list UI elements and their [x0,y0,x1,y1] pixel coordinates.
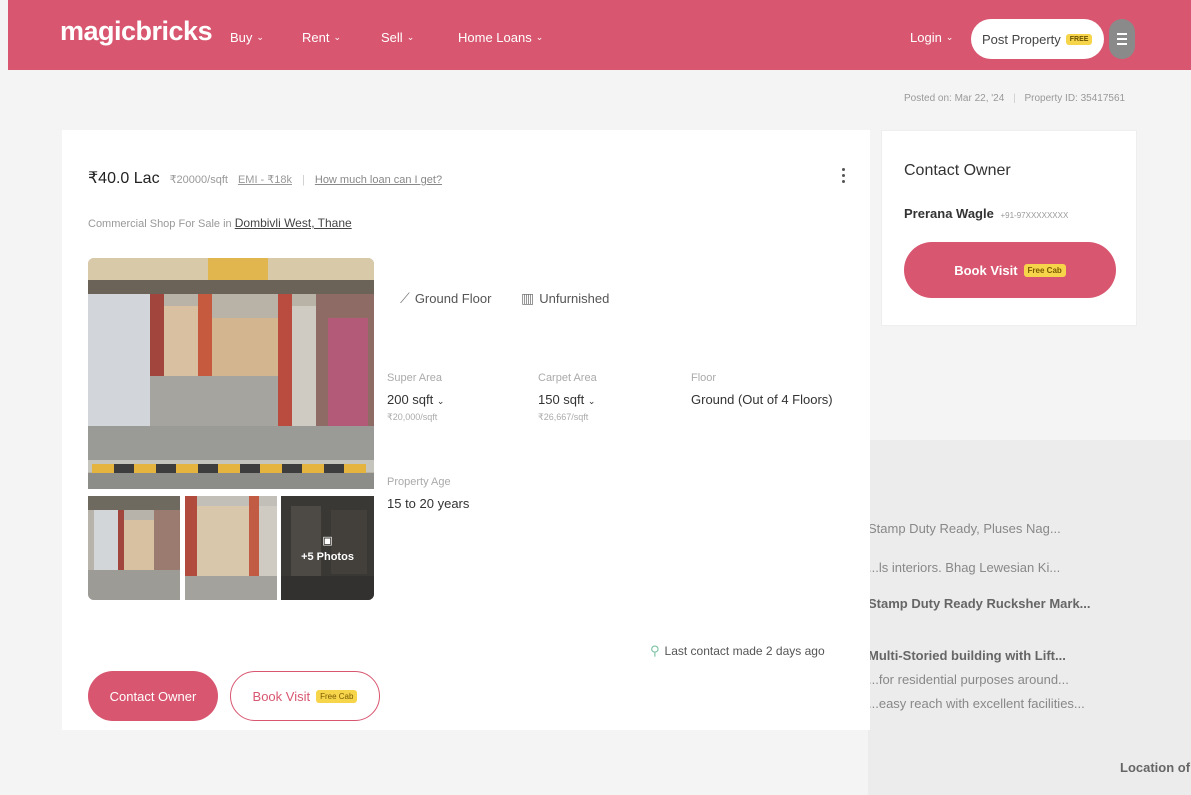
background-text-2: ...ls interiors. Bhag Lewesian Ki... [868,560,1061,575]
post-property-label: Post Property [982,31,1061,47]
sidebar-book-visit-button[interactable]: Book Visit Free Cab [904,242,1116,298]
divider: | [1013,93,1016,104]
owner-phone: +91-97XXXXXXXX [1000,211,1069,220]
free-badge: FREE [1065,33,1093,45]
background-text-4: Multi-Storied building with Lift... [868,648,1066,663]
more-options-icon[interactable] [835,162,851,188]
listing-subtitle: Commercial Shop For Sale in Dombivli Wes… [88,216,352,230]
chevron-down-icon: ⌄ [406,32,415,42]
hamburger-line [1117,38,1127,40]
price: ₹40.0 Lac [88,170,160,187]
thumbnail-image [185,496,277,600]
spec-value: 150 sqft ⌄ [538,392,597,407]
nav-rent-label: Rent [302,30,330,45]
posted-date: Posted on: Mar 22, '24 [904,93,1005,104]
spec-sub: ₹20,000/sqft [387,412,438,422]
background-text-3: Stamp Duty Ready Rucksher Mark... [868,596,1091,611]
book-visit-label: Book Visit [252,688,311,704]
free-cab-badge: Free Cab [1023,263,1066,277]
price-per-sqft: ₹20000/sqft [169,174,228,186]
hamburger-menu-button[interactable] [1109,19,1135,59]
price-row: ₹40.0 Lac ₹20000/sqft EMI - ₹18k | How m… [88,168,442,188]
last-contact-text: Last contact made 2 days ago [664,644,825,658]
background-text-6: ...easy reach with excellent facilities.… [868,696,1085,711]
login-label: Login [910,30,942,45]
spec-value: 200 sqft ⌄ [387,392,444,407]
book-visit-button[interactable]: Book Visit Free Cab [230,671,380,721]
property-id: Property ID: 35417561 [1024,93,1126,104]
main-property-photo[interactable] [88,258,374,489]
more-photos-label: +5 Photos [301,550,354,563]
photo-thumbnail-1[interactable] [88,496,180,600]
photo-gallery-icon: ▣ [322,534,333,547]
nav-buy-label: Buy [230,30,253,45]
spec-label: Floor [691,372,717,384]
posted-info: Posted on: Mar 22, '24 | Property ID: 35… [904,93,1125,104]
spec-property-age: Property Age 15 to 20 years [387,476,469,516]
chevron-down-icon: ⌄ [256,32,264,42]
contact-owner-button[interactable]: Contact Owner [88,671,218,721]
spec-super-area: Super Area 200 sqft ⌄ ₹20,000/sqft [387,372,444,423]
chevron-down-icon[interactable]: ⌄ [588,396,596,406]
location-link[interactable]: Dombivli West, Thane [235,216,352,230]
spec-sub: ₹26,667/sqft [538,412,589,422]
feature-floor-label: Ground Floor [414,291,492,306]
spec-label: Super Area [387,372,443,384]
background-text-5: ...for residential purposes around... [868,672,1069,687]
book-visit-label: Book Visit [954,262,1018,278]
more-photos-overlay: ▣ +5 Photos [281,496,374,600]
post-property-button[interactable]: Post Property FREE [971,19,1104,59]
nav-sell-label: Sell [381,30,403,45]
top-navbar: magicbricks Buy ⌄ Rent ⌄ Sell ⌄ Home Loans ⌄… [8,0,1191,70]
photo-thumbnail-2[interactable] [185,496,277,600]
kebab-dot [841,173,845,177]
chevron-down-icon[interactable]: ⌄ [437,396,445,406]
feature-floor: ⟋ Ground Floor [400,290,491,307]
nav-sell[interactable]: Sell ⌄ [381,30,414,45]
feature-furnishing: ▥ Unfurnished [521,290,609,307]
contact-owner-card: Contact Owner Prerana Wagle +91-97XXXXXX… [881,130,1137,326]
last-contact-info: ⚲ Last contact made 2 days ago [650,643,825,659]
user-icon: ⚲ [650,643,660,658]
chevron-down-icon: ⌄ [945,32,954,42]
chevron-down-icon: ⌄ [333,32,342,42]
owner-name: Prerana Wagle +91-97XXXXXXXX [904,206,1068,221]
super-area-value: 200 sqft [387,392,434,407]
hamburger-line [1117,33,1127,35]
free-cab-badge: Free Cab [316,689,358,703]
divider: | [302,174,305,186]
photo-thumbnail-more[interactable]: ▣ +5 Photos [281,496,374,600]
kebab-dot [841,179,845,183]
magicbricks-logo[interactable]: magicbricks [60,16,213,47]
feature-furnishing-label: Unfurnished [539,291,610,306]
kebab-dot [841,167,845,171]
spec-value: Ground (Out of 4 Floors) [691,392,833,407]
storefront-photo [88,258,374,489]
nav-rent[interactable]: Rent ⌄ [302,30,341,45]
listing-card: ₹40.0 Lac ₹20000/sqft EMI - ₹18k | How m… [62,130,870,730]
spec-value: 15 to 20 years [387,496,470,511]
loan-eligibility-link[interactable]: How much loan can I get? [315,174,442,186]
background-panel [868,440,1191,795]
emi-link[interactable]: EMI - ₹18k [238,173,292,186]
login-menu[interactable]: Login ⌄ [910,30,953,45]
spec-floor: Floor Ground (Out of 4 Floors) [691,372,833,412]
background-text-7: Location of Flat / Commercial unit is... [1120,760,1191,775]
nav-home-loans[interactable]: Home Loans ⌄ [458,30,543,45]
spec-label: Property Age [387,476,451,488]
hamburger-line [1117,43,1127,45]
stairs-icon: ⟋ [400,290,410,306]
nav-home-loans-label: Home Loans [458,30,532,45]
subtitle-prefix: Commercial Shop For Sale in [88,218,232,230]
spec-carpet-area: Carpet Area 150 sqft ⌄ ₹26,667/sqft [538,372,597,423]
wardrobe-icon: ▥ [521,290,535,306]
spec-label: Carpet Area [538,372,597,384]
thumbnail-image [88,496,180,600]
owner-name-text: Prerana Wagle [904,206,994,221]
chevron-down-icon: ⌄ [535,32,544,42]
background-text-1: Stamp Duty Ready, Pluses Nag... [868,521,1061,536]
contact-owner-title: Contact Owner [904,162,1011,179]
carpet-area-value: 150 sqft [538,392,585,407]
nav-buy[interactable]: Buy ⌄ [230,30,264,45]
